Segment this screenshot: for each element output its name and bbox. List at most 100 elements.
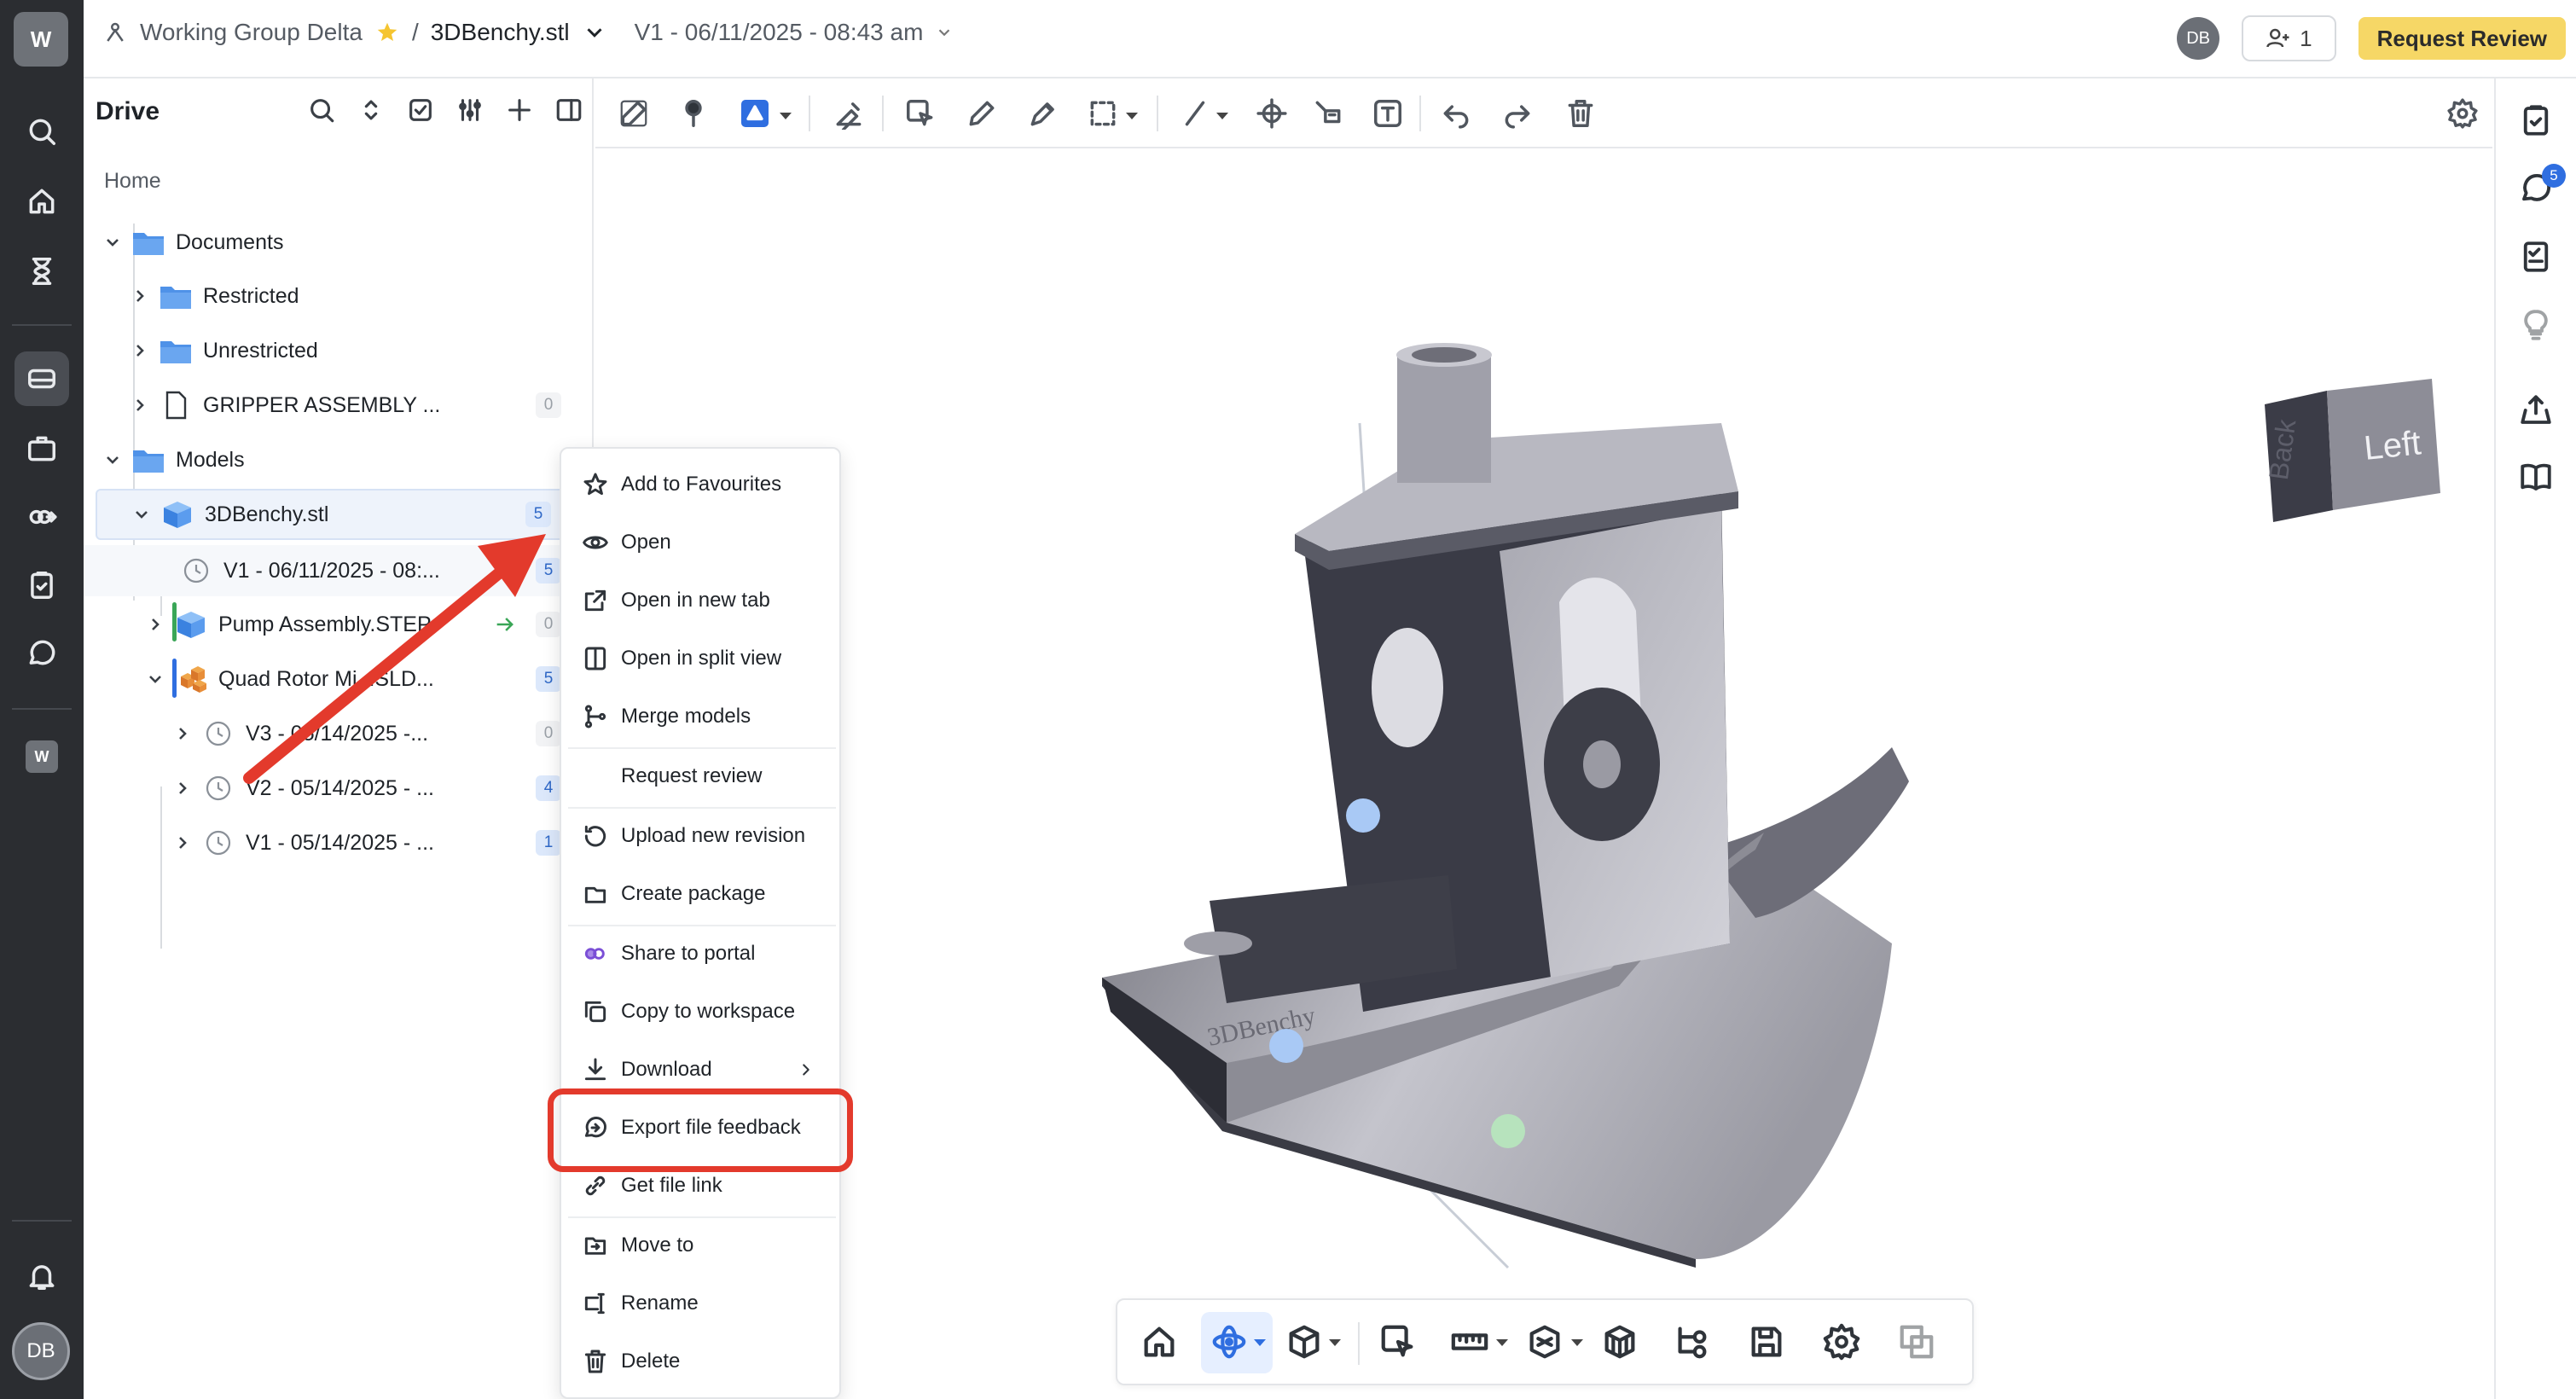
portal-icon[interactable] [15,490,69,544]
chat-icon[interactable] [15,626,69,681]
hourglass-icon[interactable] [15,244,69,299]
callout-icon[interactable] [1312,97,1344,130]
tree-item-version[interactable]: V1 - 05/14/2025 - ... 1 [84,817,594,868]
compare-icon[interactable] [1897,1322,1936,1361]
gizmo-handle[interactable] [1269,1029,1303,1063]
menu-item-download[interactable]: Download [561,1044,839,1095]
tree-item-version[interactable]: V1 - 06/11/2025 - 08:... 5 [84,545,594,596]
workspace-name[interactable]: Working Group Delta [140,19,363,46]
tree-item-version[interactable]: V3 - 05/14/2025 -... 0 [84,708,594,759]
menu-item-add-to-favourites[interactable]: Add to Favourites [561,459,839,510]
model-render[interactable]: 3DBenchy [595,150,2492,1399]
menu-item-upload-new-revision[interactable]: Upload new revision [561,810,839,862]
briefcase-icon[interactable] [15,421,69,476]
explode-icon[interactable] [1600,1322,1639,1361]
menu-item-merge-models[interactable]: Merge models [561,691,839,742]
chevron-down-icon[interactable] [102,232,123,253]
chevron-right-icon[interactable] [130,340,150,361]
search-icon[interactable] [15,104,69,159]
clipboard-check-icon[interactable] [2518,102,2556,140]
chevron-right-icon[interactable] [172,723,193,744]
chevron-right-icon[interactable] [172,778,193,798]
bell-icon[interactable] [15,1249,69,1303]
tree-item-unrestricted[interactable]: Unrestricted [84,325,594,376]
user-avatar[interactable]: DB [12,1322,70,1380]
line-tool-icon[interactable] [1179,97,1211,130]
tree-item-restricted[interactable]: Restricted [84,270,594,322]
menu-item-create-package[interactable]: Create package [561,868,839,920]
area-select-icon[interactable] [1087,97,1119,130]
tree-item-models[interactable]: Models [84,434,594,485]
menu-item-open-in-split-view[interactable]: Open in split view [561,633,839,684]
viewer-settings-icon[interactable] [2446,97,2479,130]
home-icon[interactable] [15,174,69,229]
pencil-icon[interactable] [966,97,998,130]
save-icon[interactable] [1747,1322,1786,1361]
text-box-icon[interactable] [1372,97,1404,130]
crosshair-icon[interactable] [1256,97,1288,130]
collaborator-avatar[interactable]: DB [2177,17,2220,60]
chevron-down-icon[interactable] [145,669,165,689]
menu-item-share-to-portal[interactable]: Share to portal [561,928,839,979]
request-review-button[interactable]: Request Review [2358,17,2566,60]
3d-viewport[interactable]: 3DBenchy Left Back [595,150,2492,1399]
home-view-icon[interactable] [1140,1322,1179,1361]
add-icon[interactable] [505,96,534,125]
search-icon[interactable] [307,96,336,125]
menu-item-open[interactable]: Open [561,517,839,568]
chevron-right-icon[interactable] [130,395,150,415]
menu-item-rename[interactable]: Rename [561,1278,839,1329]
menu-item-copy-to-workspace[interactable]: Copy to workspace [561,986,839,1037]
tree-item-version[interactable]: V2 - 05/14/2025 - ... 4 [84,763,594,814]
orbit-icon[interactable] [1210,1322,1249,1361]
chevron-down-icon[interactable] [102,450,123,470]
chevron-right-icon[interactable] [130,286,150,306]
book-icon[interactable] [2518,459,2556,496]
tree-item-3dbenchy[interactable]: 3DBenchy.stl 5 [96,489,573,540]
settings-icon[interactable] [1822,1322,1861,1361]
sort-icon[interactable] [357,96,386,125]
favourite-star-icon[interactable] [374,20,400,45]
checklist-icon[interactable] [2518,239,2556,276]
undo-icon[interactable] [1440,97,1472,130]
select-pointer-icon[interactable] [904,97,937,130]
menu-item-open-in-new-tab[interactable]: Open in new tab [561,575,839,626]
panel-toggle-icon[interactable] [554,96,583,125]
tree-item-gripper-assembly[interactable]: GRIPPER ASSEMBLY ... 0 [84,380,594,431]
share-export-icon[interactable] [2518,392,2556,430]
chevron-down-icon[interactable] [935,23,954,42]
lightbulb-icon[interactable] [2518,307,2556,345]
signature-icon[interactable] [833,97,865,131]
section-cut-icon[interactable] [1525,1322,1564,1361]
select-checkbox-icon[interactable] [406,96,435,125]
tree-item-documents[interactable]: Documents [84,217,594,268]
chevron-right-icon[interactable] [172,833,193,853]
chevron-down-icon[interactable] [131,504,152,525]
shape-color-icon[interactable] [739,97,771,130]
edit-icon[interactable] [618,97,650,130]
tree-item-quad-rotor[interactable]: Quad Rotor Mi...SLD... 5 [84,653,594,705]
view-cube-icon[interactable] [1285,1322,1324,1361]
gizmo-handle[interactable] [1346,798,1380,833]
menu-item-request-review[interactable]: Request review [561,751,839,802]
version-selector[interactable]: V1 - 06/11/2025 - 08:43 am [635,19,924,46]
tree-item-pump-assembly[interactable]: Pump Assembly.STEP 0 [84,599,594,650]
drive-home-link[interactable]: Home [104,169,161,194]
pin-icon[interactable] [677,97,710,130]
select-tool-icon[interactable] [1378,1322,1418,1361]
breadcrumb-file[interactable]: 3DBenchy.stl [431,19,570,46]
secondary-workspace[interactable]: W [26,740,58,773]
drive-icon[interactable] [15,351,69,406]
view-cube[interactable]: Left Back [2263,379,2451,524]
clipboard-check-icon[interactable] [15,558,69,612]
model-tree-icon[interactable] [1672,1322,1711,1361]
share-users-button[interactable]: 1 [2242,15,2336,61]
measure-icon[interactable] [1450,1322,1489,1361]
menu-item-move-to[interactable]: Move to [561,1220,839,1271]
highlighter-icon[interactable] [1027,97,1059,130]
chevron-right-icon[interactable] [145,614,165,635]
gizmo-handle[interactable] [1491,1114,1525,1148]
menu-item-delete[interactable]: Delete [561,1336,839,1387]
filter-sliders-icon[interactable] [455,96,484,125]
trash-icon[interactable] [1564,97,1597,130]
